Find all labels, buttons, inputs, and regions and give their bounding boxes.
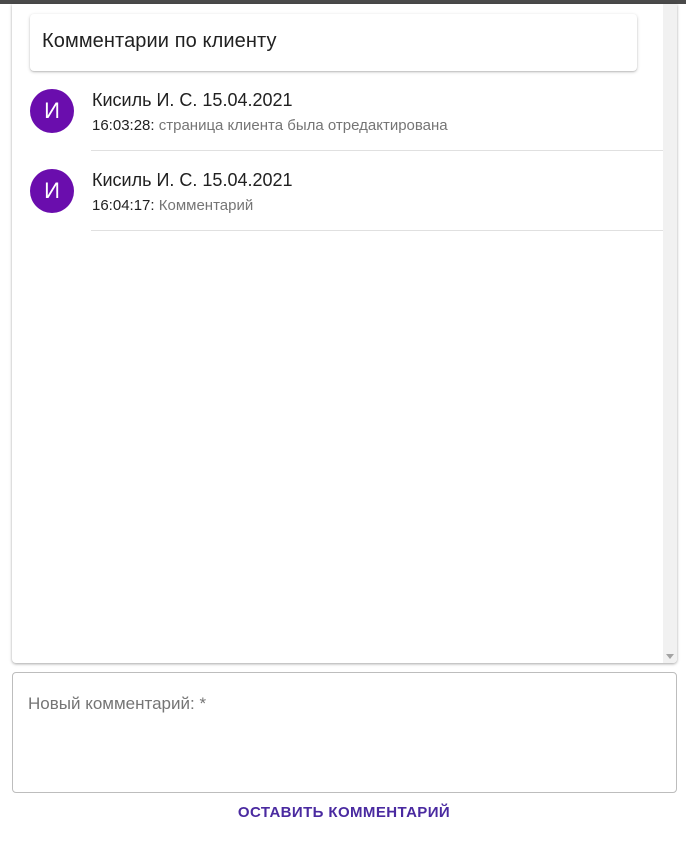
submit-comment-button[interactable]: Оставить комментарий (230, 797, 458, 827)
divider (91, 150, 663, 151)
comment-time: 16:03:28: (92, 117, 155, 134)
new-comment-field[interactable]: Новый комментарий: * (12, 672, 677, 793)
vertical-scrollbar[interactable] (663, 4, 677, 663)
new-comment-input[interactable] (27, 723, 662, 783)
comment-author: Кисиль И. С. 15.04.2021 (92, 170, 293, 190)
avatar: И (30, 89, 74, 133)
comment-text: Комментарий (158, 197, 254, 214)
comment-time: 16:04:17: (92, 197, 155, 214)
divider (91, 230, 663, 231)
comments-panel: Комментарии по клиенту И Кисиль И. С. 15… (12, 4, 677, 663)
comment-line: 16:03:28: страница клиента была отредакт… (92, 117, 448, 134)
list-item: И Кисиль И. С. 15.04.2021 16:04:17: Комм… (12, 160, 663, 240)
list-item: И Кисиль И. С. 15.04.2021 16:03:28: стра… (12, 80, 663, 160)
comment-line: 16:04:17: Комментарий (92, 197, 253, 214)
panel-title: Комментарии по клиенту (42, 30, 277, 52)
comment-author: Кисиль И. С. 15.04.2021 (92, 90, 293, 110)
scrollbar-thumb[interactable] (665, 4, 675, 634)
new-comment-label: Новый комментарий: * (28, 694, 207, 713)
avatar: И (30, 169, 74, 213)
scroll-down-arrow-icon[interactable] (666, 654, 674, 659)
comment-text: страница клиента была отредактирована (158, 117, 448, 134)
comments-list[interactable]: Комментарии по клиенту И Кисиль И. С. 15… (12, 4, 663, 663)
comments-header-card: Комментарии по клиенту (30, 14, 637, 71)
